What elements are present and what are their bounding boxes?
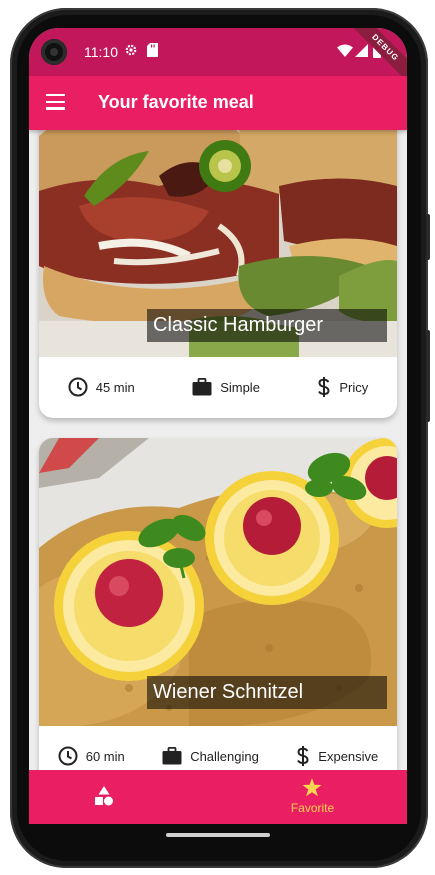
meal-card-hamburger[interactable]: Classic Hamburger 45 min Simple Pricy: [39, 130, 397, 418]
meal-meta-row: 45 min Simple Pricy: [39, 357, 397, 417]
affordability-label: Pricy: [339, 379, 369, 395]
complexity-info: Challenging: [162, 747, 259, 765]
nav-favorites-label: Favorite: [290, 801, 335, 815]
affordability-label: Expensive: [318, 748, 379, 764]
page-title: Your favorite meal: [98, 92, 254, 112]
sd-card-icon: [147, 43, 158, 57]
menu-icon[interactable]: [46, 94, 66, 110]
volume-button: [426, 214, 430, 260]
meal-card-schnitzel[interactable]: Wiener Schnitzel 60 min Challenging Expe…: [39, 438, 397, 770]
front-camera: [41, 39, 67, 65]
signal-icon: [355, 44, 368, 57]
duration-label: 60 min: [85, 748, 125, 764]
status-time: 11:10: [84, 44, 118, 60]
meal-title: Wiener Schnitzel: [147, 676, 387, 709]
settings-status-icon: [125, 44, 137, 56]
complexity-info: Simple: [192, 378, 260, 396]
briefcase-icon: [192, 378, 212, 396]
category-icon: [95, 786, 113, 806]
meal-meta-row: 60 min Challenging Expensive: [39, 726, 397, 770]
duration-info: 45 min: [68, 377, 135, 397]
meal-list[interactable]: Classic Hamburger 45 min Simple Pricy Wi…: [29, 130, 407, 770]
home-indicator[interactable]: [166, 833, 270, 837]
briefcase-icon: [162, 747, 182, 765]
status-bar: 11:10 DEBUG: [29, 28, 407, 88]
app-bar: Your favorite meal: [29, 76, 407, 130]
dollar-icon: [318, 377, 330, 397]
duration-info: 60 min: [58, 746, 125, 766]
complexity-label: Simple: [220, 379, 260, 395]
affordability-info: Pricy: [317, 377, 368, 397]
meal-title: Classic Hamburger: [147, 309, 387, 342]
phone-screen: 11:10 DEBUG Your favorite meal Classic H…: [29, 28, 407, 824]
affordability-info: Expensive: [296, 746, 378, 766]
dollar-icon: [297, 746, 309, 766]
clock-icon: [68, 377, 88, 397]
bottom-navigation: Favorite: [29, 770, 407, 824]
star-icon: [302, 778, 322, 797]
complexity-label: Challenging: [190, 748, 259, 764]
nav-favorites[interactable]: Favorite: [218, 770, 407, 824]
wifi-icon: [337, 44, 353, 57]
duration-label: 45 min: [95, 379, 135, 395]
clock-icon: [58, 746, 78, 766]
power-button: [426, 330, 430, 422]
nav-categories[interactable]: [29, 770, 218, 824]
